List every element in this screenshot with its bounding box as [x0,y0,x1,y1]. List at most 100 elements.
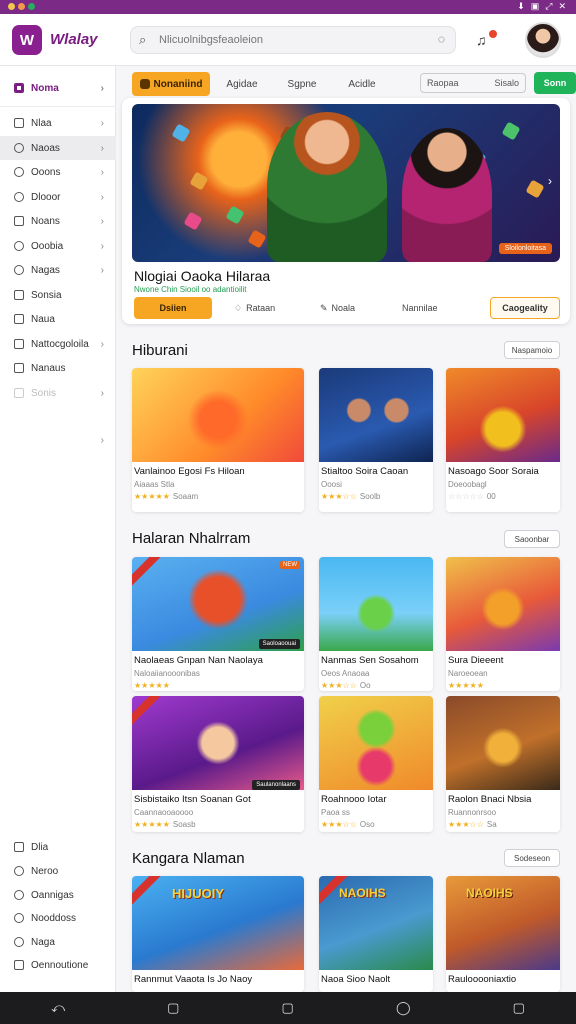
sidebar-bottom-5[interactable]: Oennoutione [0,953,116,977]
sidebar-item-home[interactable]: Noma › [0,76,116,100]
sidebar-item-10[interactable]: Nattocgoloila › [0,332,116,356]
sidebar-item-8[interactable]: Sonsia [0,283,116,307]
game-card[interactable]: Sura Dieeent Naroeoean ★★★★★ [446,557,560,691]
tab-2[interactable]: Sgpne [280,72,324,96]
game-card[interactable]: Nasoago Soor Soraia Doeoobagl ☆☆☆☆☆ 00 [446,368,560,512]
sidebar-bottom-4[interactable]: Naga [0,930,116,954]
sidebar-item-12[interactable]: Sonis › [0,381,116,405]
game-card[interactable]: NEW Saoloaoouai Naolaeas Gnpan Nan Naola… [132,557,304,691]
sidebar-item-11[interactable]: Nanaus [0,356,116,380]
sidebar-item-6[interactable]: Ooobia › [0,234,116,258]
search-bar[interactable]: ⌕ ◌ [130,26,456,54]
see-all-button[interactable]: Naspamoio [504,341,560,359]
sidebar-item-3[interactable]: Ooons › [0,160,116,184]
sidebar-item-5[interactable]: Noans › [0,209,116,233]
card-meta: Naroeoean [448,669,488,678]
app-logo-text[interactable]: Wlalay [50,31,98,48]
chevron-right-icon: › [100,117,104,129]
game-card[interactable]: NAOIHS Naoa Sioo Naolt [319,876,433,992]
mail-icon [14,314,24,324]
chevron-right-icon: › [100,82,104,94]
chevron-right-icon[interactable]: › [548,174,552,188]
chevron-right-icon: › [100,264,104,276]
card-title: Naolaeas Gnpan Nan Naolaya [134,655,263,666]
game-card[interactable]: Nanmas Sen Sosahom Oeos Anaoaa ★★★☆☆ Oo [319,557,433,691]
recents-icon[interactable]: ▢ [513,1000,525,1016]
game-thumbnail [132,557,304,651]
card-meta: Ruannonrsoo [448,808,497,817]
sidebar-item-label: Ooons [31,166,61,178]
featured-image[interactable]: › Sloilonloitasa [132,104,560,262]
thumbnail-text: NAOIHS [466,886,513,900]
system-nav-bar: ⤺ ▢ ▢ ◯ ▢ [0,992,576,1024]
sidebar-item-7[interactable]: Nagas › [0,258,116,282]
circle-icon[interactable]: ◯ [396,1000,411,1016]
main-content: Nonaniind Agidae Sgpne Acidle Raopaa Sisa… [116,66,576,992]
game-card[interactable]: Raolon Bnaci Nbsia Ruannonrsoo ★★★☆☆ Sa [446,696,560,832]
gamepad-icon [140,79,150,89]
tab-0[interactable]: Nonaniind [132,72,210,96]
sidebar-expand[interactable]: › [0,428,116,452]
globe-icon [14,937,24,947]
rating-stars: ★★★★★ [134,681,170,690]
sidebar-bottom-3[interactable]: Nooddoss [0,906,116,930]
sidebar-item-9[interactable]: Naua [0,307,116,331]
game-thumbnail [446,368,560,462]
see-all-button[interactable]: Sodeseon [504,849,560,867]
sidebar: Noma › Nlaa › Naoas › Ooons › Dlooor › Noans ›… [0,66,116,992]
notification-icon[interactable]: ♫ [476,30,497,50]
sidebar-item-2[interactable]: Naoas › [0,136,116,160]
card-title: Raolon Bnaci Nbsia [448,794,532,805]
game-card[interactable]: HIJUOIY Rannmut Vaaota Is Jo Naoy [132,876,304,992]
sidebar-item-4[interactable]: Dlooor › [0,185,116,209]
tab-3[interactable]: Acidle [340,72,384,96]
stars: ★★★★★ [134,681,170,690]
hero-action-1[interactable]: ♢ Rataan [234,297,275,319]
game-card[interactable]: NAOIHS Raulooooniaxtio [446,876,560,992]
square-icon[interactable]: ▢ [167,1000,179,1016]
filter-select[interactable]: Raopaa Sisalo [420,73,526,93]
game-card[interactable]: Stialtoo Soira Caoan Ooosi ★★★☆☆ Soolb [319,368,433,512]
action-button[interactable]: Sonn [534,72,576,94]
search-icon[interactable]: ⌕ [139,32,146,48]
sidebar-bottom-0[interactable]: Dlia [0,835,116,859]
top-bar: W Wlalay ⌕ ◌ ♫ [0,14,576,66]
see-all-button[interactable]: Saoonbar [504,530,560,548]
game-card[interactable]: Saulanonlaans Sisbistaiko Itsn Soanan Go… [132,696,304,832]
game-card[interactable]: Vanlainoo Egosi Fs Hiloan Aiaaas Stla ★★… [132,368,304,512]
back-icon[interactable]: ⤺ [51,1000,65,1016]
sidebar-item-label: Oennoutione [31,959,89,971]
sidebar-item-1[interactable]: Nlaa › [0,111,116,135]
home-button-icon[interactable]: ▢ [282,1000,294,1016]
app-logo-icon[interactable]: W [12,25,42,55]
doc-icon [14,363,24,373]
rating-stars: ★★★☆☆ Oo [321,681,371,690]
play-button[interactable]: Dsiien [134,297,212,319]
search-input[interactable] [159,31,429,49]
fullscreen-icon: ⤢ [545,1,553,11]
community-button[interactable]: Caogeality [490,297,560,319]
tab-1[interactable]: Agidae [220,72,264,96]
game-card[interactable]: Roahnooo Iotar Paoa ss ★★★☆☆ Oso [319,696,433,832]
featured-card[interactable]: › Sloilonloitasa Nlogiai Oaoka Hilaraa N… [122,98,570,324]
thumbnail-text: HIJUOIY [172,886,225,901]
tag-icon [14,265,24,275]
card-meta: Naloaiianooonibas [134,669,200,678]
dot-icon [8,3,15,10]
help-icon [14,866,24,876]
mic-icon[interactable]: ◌ [438,32,445,46]
share-icon: ✎ [320,302,328,313]
card-meta: Ooosi [321,480,342,489]
sidebar-bottom-2[interactable]: Oannigas [0,883,116,907]
sidebar-bottom-1[interactable]: Neroo [0,859,116,883]
notification-badge [489,30,497,38]
media-icon: ▣ [530,1,540,11]
rating-stars: ★★★☆☆ Soolb [321,492,380,501]
sidebar-item-label: Sonsia [31,289,62,301]
avatar[interactable] [525,22,561,58]
hero-action-2[interactable]: ✎ Noala [320,297,355,319]
rating-stars: ★★★★★ Soasb [134,820,196,829]
chevron-right-icon: › [100,215,104,227]
close-icon[interactable]: ✕ [558,1,566,12]
hero-action-3[interactable]: Nannilae [402,297,438,319]
